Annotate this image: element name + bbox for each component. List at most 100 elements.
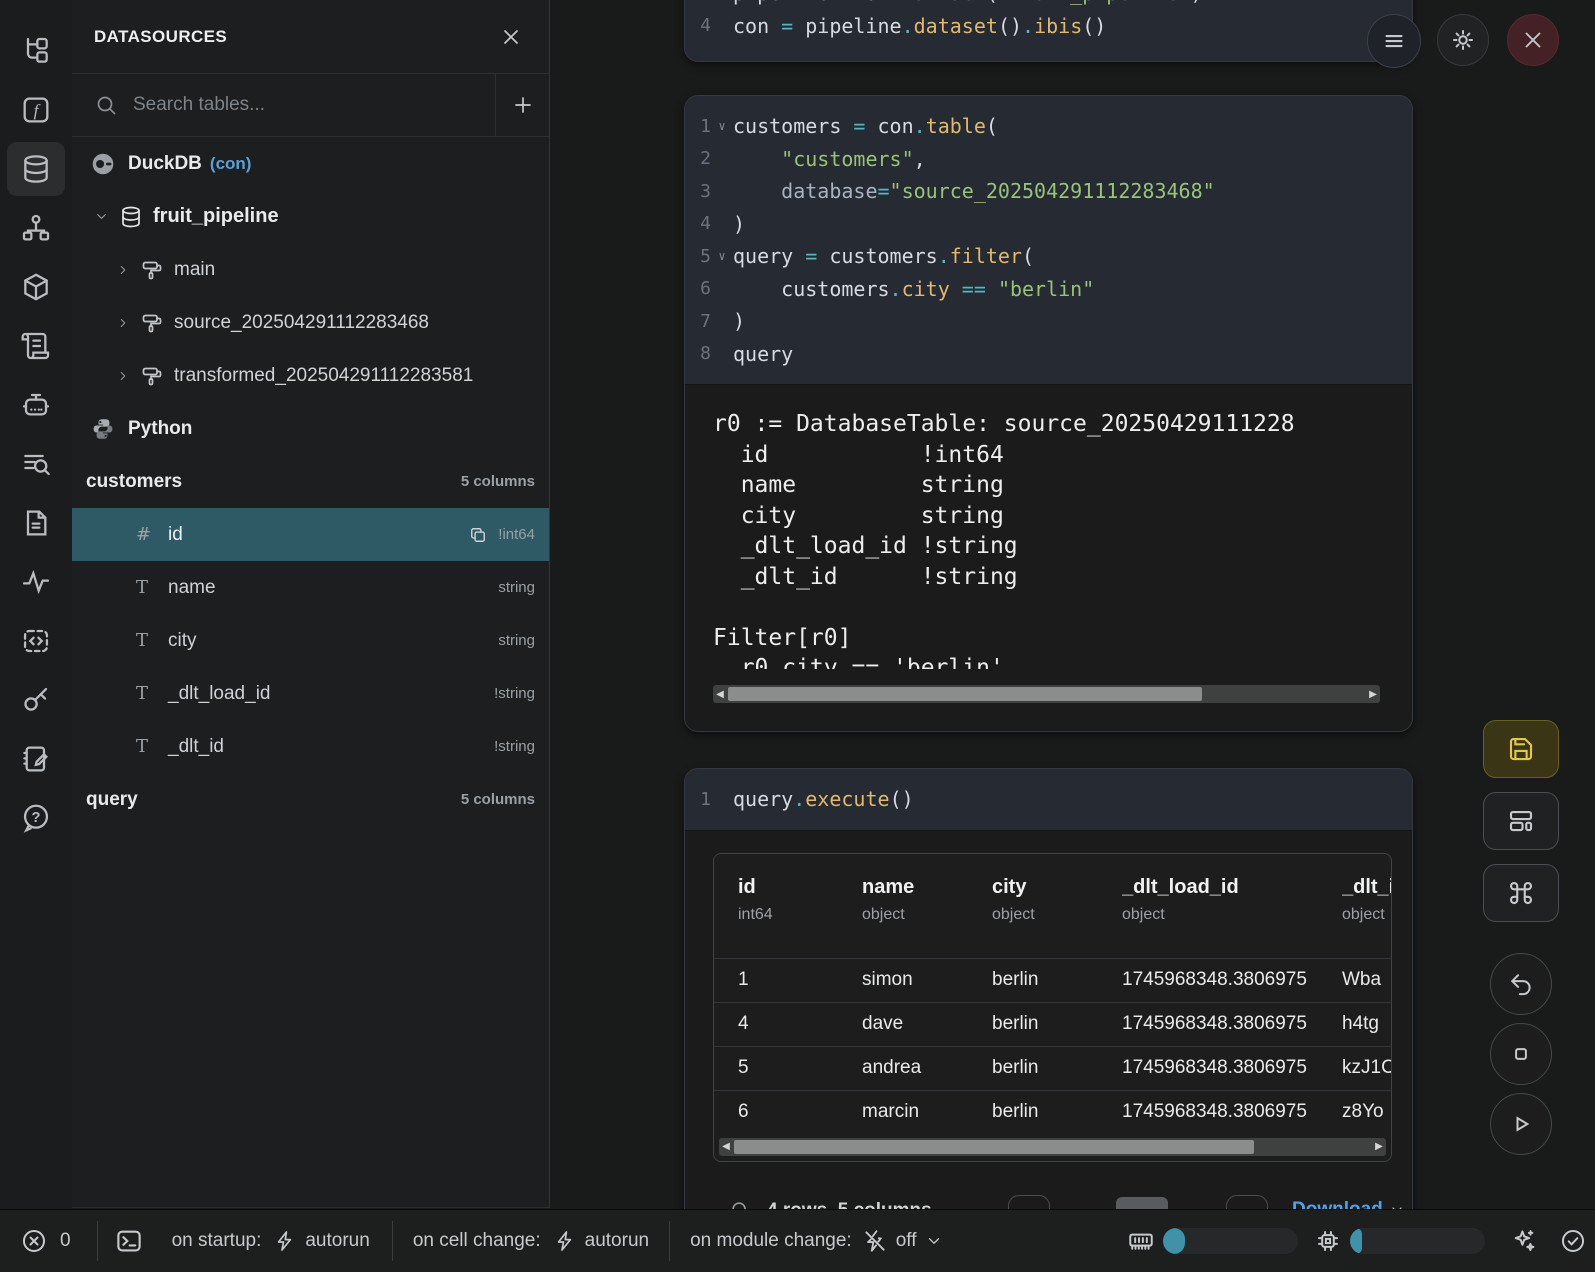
shutdown-button[interactable] bbox=[1507, 14, 1559, 66]
column-row-id[interactable]: # id !int64 bbox=[72, 508, 549, 561]
engine-python[interactable]: Python bbox=[72, 402, 549, 455]
code-line[interactable]: 2 "customers", bbox=[685, 143, 1412, 176]
result-column-header[interactable]: cityobject bbox=[992, 876, 1122, 924]
tree-item-fruit_pipeline[interactable]: fruit_pipeline bbox=[72, 190, 549, 243]
code-line[interactable]: 3 database="source_202504291112283468" bbox=[685, 175, 1412, 208]
result-table-row[interactable]: 4daveberlin1745968348.3806975h4tg bbox=[714, 1002, 1391, 1046]
tree-item-main[interactable]: main bbox=[72, 243, 549, 296]
errors-icon[interactable] bbox=[20, 1227, 48, 1255]
chevron-down-icon[interactable] bbox=[925, 1232, 943, 1250]
status-bar: 0 on startup: autorun on cell change: au… bbox=[0, 1209, 1595, 1272]
snippets-icon[interactable] bbox=[7, 496, 65, 550]
terminal-icon[interactable] bbox=[114, 1226, 144, 1256]
on-cell-change-value[interactable]: autorun bbox=[585, 1230, 649, 1252]
find-icon[interactable] bbox=[7, 437, 65, 491]
code-line[interactable]: 8 query bbox=[685, 338, 1412, 371]
scroll-right-arrow[interactable]: ▶ bbox=[1372, 1138, 1386, 1156]
result-column-header[interactable]: _dlt_load_idobject bbox=[1122, 876, 1342, 924]
column-row-_dlt_load_id[interactable]: T _dlt_load_id !string bbox=[72, 667, 549, 720]
column-row-name[interactable]: T name string bbox=[72, 561, 549, 614]
code-line[interactable]: 6 customers.city == "berlin" bbox=[685, 273, 1412, 306]
code-line[interactable]: 4 con = pipeline.dataset().ibis() bbox=[685, 10, 1412, 43]
tracing-icon[interactable] bbox=[7, 555, 65, 609]
packages-icon[interactable] bbox=[7, 260, 65, 314]
on-cell-change-label[interactable]: on cell change: bbox=[413, 1230, 541, 1252]
add-datasource-button[interactable] bbox=[495, 74, 549, 136]
settings-button[interactable] bbox=[1437, 14, 1489, 66]
on-module-change-value[interactable]: off bbox=[896, 1230, 917, 1252]
cell-menu-button[interactable] bbox=[1367, 14, 1421, 68]
text-type-icon: T bbox=[136, 683, 162, 704]
help-icon[interactable]: ? bbox=[7, 791, 65, 845]
scrollbar-thumb[interactable] bbox=[728, 687, 1202, 701]
memory-usage-bar bbox=[1163, 1228, 1298, 1254]
stop-button[interactable] bbox=[1490, 1023, 1552, 1085]
column-row-_dlt_id[interactable]: T _dlt_id !string bbox=[72, 720, 549, 773]
chevron-right-icon bbox=[116, 369, 130, 383]
secrets-icon[interactable] bbox=[7, 673, 65, 727]
fold-chevron[interactable]: ∨ bbox=[711, 249, 733, 263]
python-icon bbox=[90, 416, 116, 442]
result-column-header[interactable]: nameobject bbox=[862, 876, 992, 924]
scroll-left-arrow[interactable]: ◀ bbox=[713, 685, 727, 703]
scrollbar-thumb[interactable] bbox=[734, 1140, 1254, 1154]
on-module-change-label[interactable]: on module change: bbox=[690, 1230, 852, 1252]
table-section-customers[interactable]: customers 5 columns bbox=[72, 455, 549, 508]
zap-off-icon bbox=[862, 1228, 888, 1254]
run-button[interactable] bbox=[1490, 1093, 1552, 1155]
result-column-header[interactable]: _dlt_idobject bbox=[1342, 876, 1392, 924]
datasources-icon[interactable] bbox=[7, 142, 65, 196]
line-number: 4 bbox=[685, 15, 711, 36]
code-cell-3[interactable]: 1 query.execute() idint64nameobjectcityo… bbox=[684, 768, 1413, 1240]
on-startup-value[interactable]: autorun bbox=[305, 1230, 369, 1252]
ai-sparkles-icon[interactable] bbox=[1509, 1227, 1537, 1255]
scroll-left-arrow[interactable]: ◀ bbox=[719, 1138, 733, 1156]
result-table-row[interactable]: 1simonberlin1745968348.3806975Wba bbox=[714, 958, 1391, 1002]
close-panel-button[interactable] bbox=[495, 21, 527, 53]
tree-item-transformed_202504291112283581[interactable]: transformed_202504291112283581 bbox=[72, 349, 549, 402]
code-line[interactable]: 1 ∨ customers = con.table( bbox=[685, 110, 1412, 143]
code-line[interactable]: 4 ) bbox=[685, 208, 1412, 241]
scroll-right-arrow[interactable]: ▶ bbox=[1366, 685, 1380, 703]
search-row bbox=[72, 74, 549, 137]
notebook-icon[interactable] bbox=[7, 732, 65, 786]
undo-button[interactable] bbox=[1490, 953, 1552, 1015]
save-button[interactable] bbox=[1483, 720, 1559, 778]
file-tree-icon[interactable] bbox=[7, 24, 65, 78]
layout-toggle-button[interactable] bbox=[1483, 792, 1559, 850]
code-line[interactable]: 7 ) bbox=[685, 305, 1412, 338]
tree-item-source_202504291112283468[interactable]: source_202504291112283468 bbox=[72, 296, 549, 349]
connected-check-icon[interactable] bbox=[1559, 1227, 1587, 1255]
result-table-row[interactable]: 6marcinberlin1745968348.3806975z8Yo bbox=[714, 1090, 1391, 1134]
scratchpad-code-icon[interactable] bbox=[7, 614, 65, 668]
column-name: _dlt_id bbox=[168, 736, 224, 758]
table-horizontal-scrollbar[interactable]: ◀ ▶ bbox=[719, 1138, 1386, 1156]
cpu-icon bbox=[1314, 1227, 1342, 1255]
code-cell-1[interactable]: pipeline = dlt.attach("fruit_pipeline")4… bbox=[684, 0, 1413, 62]
search-input[interactable] bbox=[131, 93, 495, 117]
line-number: 1 bbox=[685, 116, 711, 137]
command-palette-button[interactable] bbox=[1483, 864, 1559, 922]
code-line[interactable]: 5 ∨ query = customers.filter( bbox=[685, 240, 1412, 273]
code-line[interactable]: 1 query.execute() bbox=[685, 783, 1412, 816]
cell-value: andrea bbox=[862, 1057, 992, 1079]
horizontal-scrollbar[interactable]: ◀ ▶ bbox=[713, 685, 1380, 703]
chevron-down-icon bbox=[94, 209, 109, 224]
line-number: 2 bbox=[685, 148, 711, 169]
engine-duckdb[interactable]: DuckDB(con) bbox=[72, 137, 549, 190]
result-column-header[interactable]: idint64 bbox=[738, 876, 862, 924]
table-section-query[interactable]: query 5 columns bbox=[72, 773, 549, 826]
result-table-row[interactable]: 5andreaberlin1745968348.3806975kzJ1C bbox=[714, 1046, 1391, 1090]
function-icon[interactable]: f bbox=[7, 83, 65, 137]
code-line[interactable]: pipeline = dlt.attach("fruit_pipeline") bbox=[685, 0, 1412, 10]
table-name: customers bbox=[86, 471, 182, 493]
column-row-city[interactable]: T city string bbox=[72, 614, 549, 667]
panel-title: DATASOURCES bbox=[94, 27, 227, 47]
dependency-graph-icon[interactable] bbox=[7, 201, 65, 255]
ai-chat-icon[interactable] bbox=[7, 378, 65, 432]
on-startup-label[interactable]: on startup: bbox=[172, 1230, 262, 1252]
copy-icon[interactable] bbox=[468, 525, 488, 545]
logs-icon[interactable] bbox=[7, 319, 65, 373]
fold-chevron[interactable]: ∨ bbox=[711, 119, 733, 133]
code-cell-2[interactable]: 1 ∨ customers = con.table(2 "customers",… bbox=[684, 95, 1413, 732]
